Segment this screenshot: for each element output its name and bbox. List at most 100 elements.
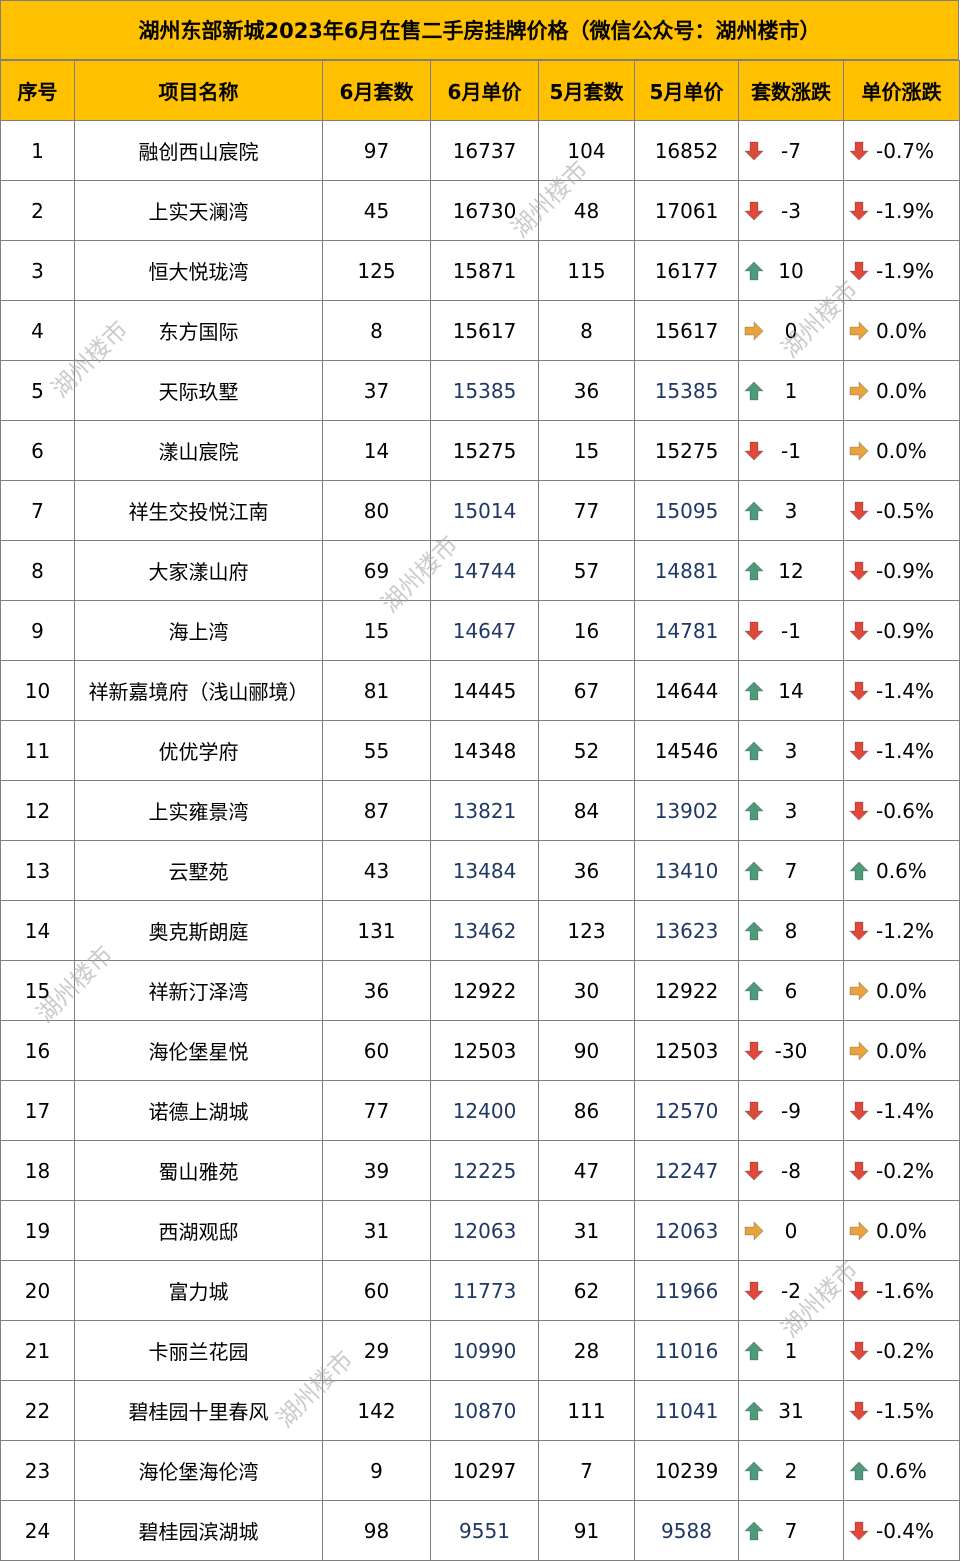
may-count: 123 [538, 900, 635, 961]
count-change-value: -30 [774, 1038, 808, 1063]
count-change-value: -8 [781, 1158, 801, 1183]
may-count: 7 [538, 1440, 635, 1501]
may-count: 84 [538, 780, 635, 841]
may-count: 111 [538, 1380, 635, 1441]
may-count: 77 [538, 480, 635, 541]
down-arrow-icon [744, 621, 764, 641]
jun-count: 131 [322, 900, 431, 961]
up-arrow-icon [744, 1400, 764, 1420]
table-row: 11 优优学府 55 14348 52 14546 3 -1.4% [0, 720, 960, 781]
count-change-value: -1 [781, 438, 801, 463]
price-change: -1.5% [843, 1380, 960, 1441]
count-change: -2 [738, 1260, 844, 1321]
count-change: 7 [738, 840, 844, 901]
jun-price: 15014 [430, 480, 539, 541]
down-arrow-icon [849, 1101, 869, 1121]
price-change-value: 0.0% [876, 1038, 927, 1063]
up-arrow-icon [744, 380, 764, 400]
count-change: 6 [738, 960, 844, 1021]
price-change: -0.6% [843, 780, 960, 841]
down-arrow-icon [744, 441, 764, 461]
project-name: 碧桂园十里春风 [74, 1380, 323, 1441]
down-arrow-icon [849, 1281, 869, 1301]
jun-count: 39 [322, 1140, 431, 1201]
price-change-value: -0.4% [876, 1518, 935, 1543]
may-price: 11966 [634, 1260, 739, 1321]
jun-price: 15617 [430, 300, 539, 361]
jun-count: 80 [322, 480, 431, 541]
table-row: 12 上实雍景湾 87 13821 84 13902 3 -0.6% [0, 780, 960, 841]
jun-count: 77 [322, 1080, 431, 1141]
may-price: 15617 [634, 300, 739, 361]
up-arrow-icon [744, 920, 764, 940]
jun-price: 16737 [430, 120, 539, 181]
may-price: 15385 [634, 360, 739, 421]
count-change: -3 [738, 180, 844, 241]
down-arrow-icon [849, 621, 869, 641]
row-no: 2 [0, 180, 75, 241]
count-change: 0 [738, 1200, 844, 1261]
jun-count: 43 [322, 840, 431, 901]
jun-count: 125 [322, 240, 431, 301]
jun-price: 13462 [430, 900, 539, 961]
count-change-value: 1 [784, 1338, 798, 1363]
may-count: 90 [538, 1020, 635, 1081]
may-price: 11016 [634, 1320, 739, 1381]
count-change-value: 10 [778, 258, 804, 283]
row-no: 8 [0, 540, 75, 601]
table-row: 5 天际玖墅 37 15385 36 15385 1 0.0% [0, 360, 960, 421]
may-price: 13410 [634, 840, 739, 901]
project-name: 祥生交投悦江南 [74, 480, 323, 541]
down-arrow-icon [744, 1161, 764, 1181]
row-no: 17 [0, 1080, 75, 1141]
project-name: 祥新汀泽湾 [74, 960, 323, 1021]
may-price: 14781 [634, 600, 739, 661]
count-change: 12 [738, 540, 844, 601]
up-arrow-icon [744, 260, 764, 280]
count-change-value: 7 [784, 858, 798, 883]
price-change-value: 0.6% [876, 858, 927, 883]
project-name: 奥克斯朗庭 [74, 900, 323, 961]
may-count: 31 [538, 1200, 635, 1261]
price-change: -1.4% [843, 1080, 960, 1141]
price-change: -0.5% [843, 480, 960, 541]
count-change: 8 [738, 900, 844, 961]
may-count: 86 [538, 1080, 635, 1141]
jun-count: 31 [322, 1200, 431, 1261]
jun-price: 12400 [430, 1080, 539, 1141]
may-price: 12063 [634, 1200, 739, 1261]
row-no: 22 [0, 1380, 75, 1441]
count-change: -30 [738, 1020, 844, 1081]
count-change: -9 [738, 1080, 844, 1141]
table-row: 18 蜀山雅苑 39 12225 47 12247 -8 -0.2% [0, 1140, 960, 1201]
up-arrow-icon [744, 980, 764, 1000]
up-arrow-icon [744, 860, 764, 880]
may-price: 12503 [634, 1020, 739, 1081]
price-change-value: -1.4% [876, 1098, 935, 1123]
right-arrow-icon [744, 320, 764, 341]
jun-count: 60 [322, 1260, 431, 1321]
up-arrow-icon [849, 860, 869, 880]
count-change: 7 [738, 1500, 844, 1561]
project-name: 恒大悦珑湾 [74, 240, 323, 301]
project-name: 海伦堡海伦湾 [74, 1440, 323, 1501]
count-change-value: -9 [781, 1098, 801, 1123]
table-row: 6 漾山宸院 14 15275 15 15275 -1 0.0% [0, 420, 960, 481]
price-change-value: -1.9% [876, 258, 935, 283]
down-arrow-icon [849, 921, 869, 941]
count-change: 3 [738, 720, 844, 781]
count-change-value: 1 [784, 378, 798, 403]
table-row: 14 奥克斯朗庭 131 13462 123 13623 8 -1.2% [0, 900, 960, 961]
may-price: 15275 [634, 420, 739, 481]
jun-count: 98 [322, 1500, 431, 1561]
jun-count: 45 [322, 180, 431, 241]
down-arrow-icon [744, 1041, 764, 1061]
row-no: 16 [0, 1020, 75, 1081]
project-name: 西湖观邸 [74, 1200, 323, 1261]
may-price: 16852 [634, 120, 739, 181]
jun-price: 14445 [430, 660, 539, 721]
table-row: 20 富力城 60 11773 62 11966 -2 -1.6% [0, 1260, 960, 1321]
count-change: -1 [738, 420, 844, 481]
jun-price: 10990 [430, 1320, 539, 1381]
down-arrow-icon [849, 1401, 869, 1421]
